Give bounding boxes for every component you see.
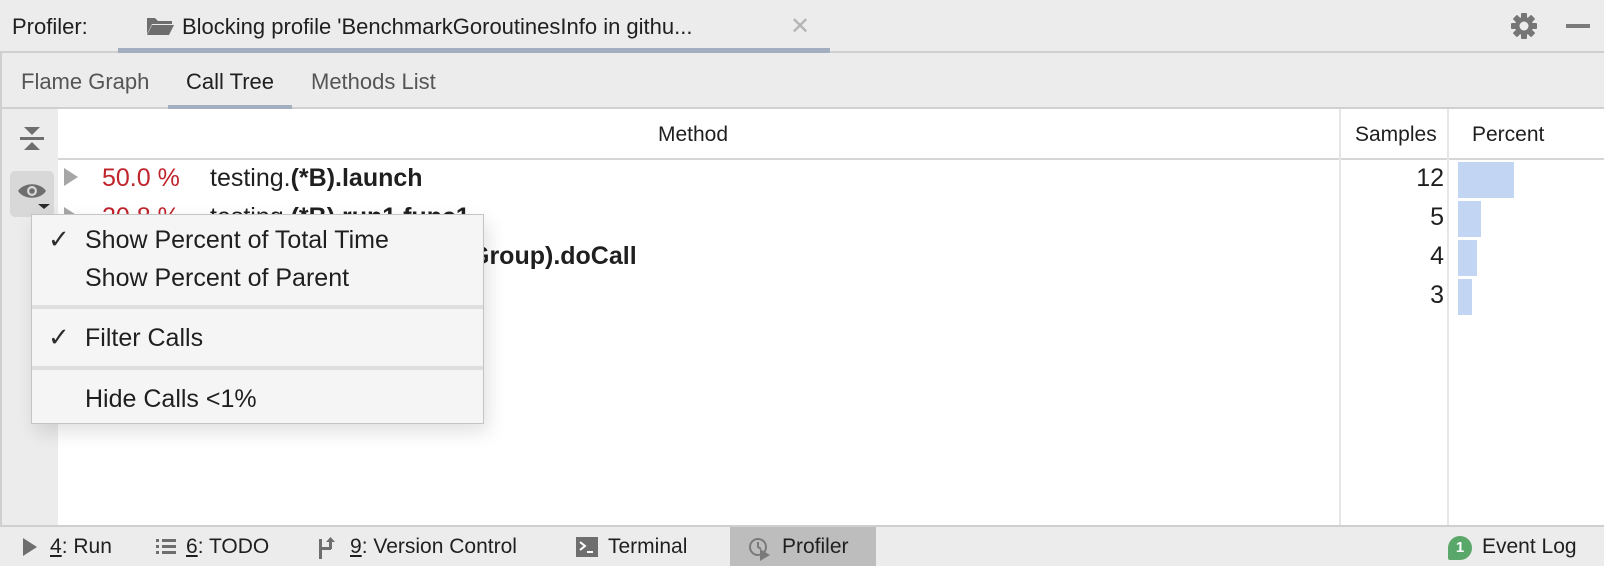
list-icon: [156, 539, 176, 554]
percent-bar: [1458, 240, 1477, 276]
profiler-title-bar: Profiler: Blocking profile 'BenchmarkGor…: [0, 0, 1604, 53]
collapse-all-icon[interactable]: [18, 125, 46, 153]
folder-icon: [147, 18, 174, 35]
menu-separator: [32, 305, 483, 309]
row-percent: 50.0 %: [102, 164, 180, 192]
row-samples: 12: [1416, 164, 1444, 192]
profiler-label: Profiler:: [12, 14, 88, 39]
tool-tab-version-control[interactable]: 9: Version Control: [310, 527, 540, 566]
row-samples: 5: [1430, 203, 1444, 231]
percent-bar: [1458, 279, 1472, 315]
gear-icon[interactable]: [1510, 12, 1538, 40]
percent-bar: [1458, 201, 1481, 237]
percent-bar: [1458, 162, 1514, 198]
menu-item-hide-calls[interactable]: Hide Calls <1%: [32, 379, 483, 417]
tab-methods-list[interactable]: Methods List: [311, 69, 436, 109]
row-method: Group).doCall: [470, 242, 637, 270]
view-options-button[interactable]: [10, 171, 54, 217]
vcs-icon: [319, 537, 335, 559]
expand-arrow-icon[interactable]: [64, 168, 78, 186]
profiler-icon: [749, 538, 770, 561]
checkmark-icon: ✓: [48, 224, 70, 254]
row-method: testing.(*B).launch: [210, 164, 423, 192]
column-header-percent[interactable]: Percent: [1472, 123, 1544, 147]
menu-item-show-percent-total[interactable]: ✓ Show Percent of Total Time: [32, 220, 483, 258]
row-samples: 4: [1430, 242, 1444, 270]
tool-tab-run[interactable]: 4: Run: [12, 527, 122, 566]
view-options-menu: ✓ Show Percent of Total Time Show Percen…: [31, 214, 484, 424]
tool-tab-todo[interactable]: 6: TODO: [148, 527, 278, 566]
run-icon: [23, 538, 37, 556]
terminal-icon: [576, 537, 598, 557]
table-header: Method Samples Percent: [58, 109, 1604, 160]
menu-separator: [32, 366, 483, 370]
tool-window-bar: 4: Run 6: TODO 9: Version Control Termin…: [0, 525, 1604, 566]
tool-tab-profiler[interactable]: Profiler: [730, 527, 876, 566]
table-row[interactable]: 50.0 % testing.(*B).launch 12: [58, 158, 1604, 198]
menu-item-filter-calls[interactable]: ✓ Filter Calls: [32, 318, 483, 356]
tool-tab-terminal[interactable]: Terminal: [572, 527, 712, 566]
close-icon[interactable]: ✕: [790, 12, 810, 41]
eye-icon: [18, 184, 50, 209]
profile-tab[interactable]: Blocking profile 'BenchmarkGoroutinesInf…: [118, 0, 830, 53]
checkmark-icon: ✓: [48, 322, 70, 352]
view-tabs: Flame Graph Call Tree Methods List: [0, 53, 1604, 109]
row-samples: 3: [1430, 281, 1444, 309]
tab-call-tree[interactable]: Call Tree: [168, 69, 293, 109]
menu-item-show-percent-parent[interactable]: Show Percent of Parent: [32, 258, 483, 296]
column-header-samples[interactable]: Samples: [1355, 123, 1437, 147]
tab-flame-graph[interactable]: Flame Graph: [21, 69, 149, 109]
column-header-method[interactable]: Method: [658, 123, 728, 147]
notification-badge: 1: [1448, 536, 1472, 560]
profile-tab-title: Blocking profile 'BenchmarkGoroutinesInf…: [182, 14, 693, 39]
tool-tab-event-log[interactable]: 1 Event Log: [1446, 527, 1596, 566]
minimize-icon[interactable]: [1566, 24, 1590, 28]
